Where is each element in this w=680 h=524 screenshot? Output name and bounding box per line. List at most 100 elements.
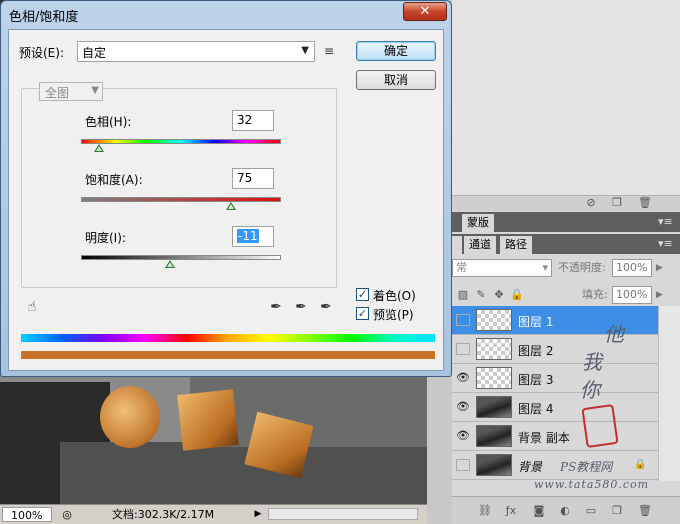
- lock-brush-icon[interactable]: ✎: [474, 289, 488, 301]
- lightness-slider-thumb[interactable]: [165, 260, 175, 268]
- status-arrow-icon[interactable]: ▶: [252, 507, 264, 522]
- layer-name: 图层 2: [518, 344, 554, 358]
- zoom-field[interactable]: 100%: [2, 507, 52, 522]
- dialog-client: 预设(E): 自定 ▼ ≡ 确定 取消 全图 ▼ 色相(H): 32 饱和度(A…: [8, 29, 444, 371]
- preset-value: 自定: [82, 46, 107, 60]
- cancel-button[interactable]: 取消: [356, 70, 436, 90]
- ok-button[interactable]: 确定: [356, 41, 436, 61]
- panel-menu-icon[interactable]: ▾≡: [658, 216, 673, 228]
- layers-list: 图层 1 图层 2 👁 图层 3 👁 图层 4 👁 背景 副本 背景 🔒: [452, 306, 680, 481]
- fill-arrow-icon[interactable]: ▶: [656, 286, 663, 304]
- layers-menu-icon[interactable]: ▾≡: [658, 238, 673, 250]
- layer-thumbnail: [476, 425, 512, 447]
- layer-thumbnail: [476, 338, 512, 360]
- layers-scrollbar[interactable]: [658, 306, 680, 481]
- saturation-slider-track[interactable]: [81, 197, 281, 202]
- visibility-toggle-icon[interactable]: [456, 343, 470, 355]
- tab-mask[interactable]: 蒙版: [462, 214, 494, 232]
- lightness-input[interactable]: -11: [232, 226, 274, 247]
- blend-row: 常 ▾ 不透明度: 100% ▶: [452, 256, 680, 282]
- layer-thumbnail: [476, 454, 512, 476]
- trash-icon[interactable]: 🗑: [638, 197, 652, 209]
- doc-size-text: 文档:302.3K/2.17M: [112, 508, 215, 521]
- preview-checkbox[interactable]: ✓: [356, 307, 369, 320]
- layer-row-6[interactable]: 背景 🔒: [452, 451, 658, 480]
- hue-label: 色相(H):: [85, 115, 132, 129]
- eyedropper-plus-icon[interactable]: ✒: [292, 298, 310, 316]
- hue-input[interactable]: 32: [232, 110, 274, 131]
- eye-icon[interactable]: 👁: [456, 372, 470, 384]
- fill-field[interactable]: 100%: [612, 286, 652, 304]
- lock-icon: 🔒: [634, 459, 647, 470]
- fx-icon[interactable]: ƒx: [504, 505, 518, 517]
- blend-mode-select[interactable]: 常 ▾: [452, 259, 552, 277]
- lock-move-icon[interactable]: ✥: [492, 289, 506, 301]
- delete-layer-icon[interactable]: 🗑: [638, 505, 652, 517]
- new-layer-icon[interactable]: ❐: [610, 505, 624, 517]
- opacity-arrow-icon[interactable]: ▶: [656, 259, 663, 277]
- tab-paths[interactable]: 路径: [500, 236, 532, 254]
- saturation-slider-thumb[interactable]: [226, 202, 236, 210]
- adjustment-icon[interactable]: ◐: [558, 505, 572, 517]
- new-icon[interactable]: ❐: [610, 197, 624, 209]
- square-seal-image: [177, 389, 239, 451]
- hand-adjust-icon[interactable]: ☝: [23, 298, 41, 316]
- preset-select[interactable]: 自定 ▼: [77, 41, 315, 62]
- layers-bottom-toolbar: ⛓ ƒx ◙ ◐ ▭ ❐ 🗑: [452, 496, 680, 524]
- watermark-char-3: 你: [580, 378, 600, 402]
- document-canvas[interactable]: [0, 372, 427, 504]
- hue-slider-thumb[interactable]: [94, 144, 104, 152]
- opacity-field[interactable]: 100%: [612, 259, 652, 277]
- output-color-bar: [21, 351, 435, 359]
- canvas-step: [60, 442, 427, 504]
- hue-slider-track[interactable]: [81, 139, 281, 144]
- fill-label: 填充:: [582, 288, 608, 301]
- preset-options-icon[interactable]: ≡: [320, 42, 338, 60]
- tab-channels[interactable]: 通道: [464, 236, 496, 254]
- watermark-char-1: 他: [604, 322, 624, 346]
- right-panel-area: ⊘ ❐ 🗑 蒙版 ▾≡ 通道 路径 ▾≡ 常 ▾ 不透明度: 100% ▶ ▨ ✎…: [452, 0, 680, 524]
- layer-thumbnail: [476, 309, 512, 331]
- saturation-label: 饱和度(A):: [85, 173, 143, 187]
- close-button[interactable]: ✕: [403, 2, 447, 21]
- layer-row-1[interactable]: 图层 1: [452, 306, 658, 335]
- dialog-titlebar[interactable]: 色相/饱和度 ✕: [1, 1, 451, 29]
- no-icon[interactable]: ⊘: [584, 197, 598, 209]
- layer-name: 图层 4: [518, 402, 554, 416]
- edit-scope-select[interactable]: 全图 ▼: [39, 82, 103, 101]
- tab-first[interactable]: [452, 214, 462, 232]
- preset-label: 预设(E):: [19, 46, 64, 60]
- adjust-tabbar: 蒙版 ▾≡: [452, 212, 680, 232]
- layer-name: 背景: [518, 460, 543, 474]
- saturation-input[interactable]: 75: [232, 168, 274, 189]
- status-info-icon[interactable]: ◎: [60, 507, 74, 522]
- layer-thumbnail: [476, 396, 512, 418]
- lightness-label: 明度(I):: [85, 231, 126, 245]
- coin-image: [100, 386, 160, 448]
- layer-row-5[interactable]: 👁 背景 副本: [452, 422, 658, 451]
- group-folder-icon[interactable]: ▭: [584, 505, 598, 517]
- tab-layers[interactable]: [452, 236, 462, 254]
- preview-label: 预览(P): [373, 308, 414, 322]
- layer-row-3[interactable]: 👁 图层 3: [452, 364, 658, 393]
- visibility-toggle-icon[interactable]: [456, 314, 470, 326]
- eyedropper-icon[interactable]: ✒: [267, 298, 285, 316]
- visibility-toggle-icon[interactable]: [456, 459, 470, 471]
- lock-transparent-icon[interactable]: ▨: [456, 289, 470, 301]
- watermark-site-cn: PS教程网: [560, 460, 613, 474]
- lightness-slider-track[interactable]: [81, 255, 281, 260]
- layer-name: 图层 3: [518, 373, 554, 387]
- horizontal-scrollbar[interactable]: [268, 508, 418, 520]
- layer-row-4[interactable]: 👁 图层 4: [452, 393, 658, 422]
- link-icon[interactable]: ⛓: [478, 505, 492, 517]
- watermark-char-2: 我: [582, 350, 602, 374]
- lock-all-icon[interactable]: 🔒: [510, 289, 524, 301]
- colorize-checkbox[interactable]: ✓: [356, 288, 369, 301]
- eyedropper-minus-icon[interactable]: ✒: [317, 298, 335, 316]
- layer-row-2[interactable]: 图层 2: [452, 335, 658, 364]
- hue-saturation-dialog: 色相/饱和度 ✕ 预设(E): 自定 ▼ ≡ 确定 取消 全图 ▼ 色相(H):…: [0, 0, 452, 377]
- eye-icon[interactable]: 👁: [456, 430, 470, 442]
- eye-icon[interactable]: 👁: [456, 401, 470, 413]
- mask-icon[interactable]: ◙: [532, 505, 546, 517]
- input-spectrum-bar: [21, 334, 435, 342]
